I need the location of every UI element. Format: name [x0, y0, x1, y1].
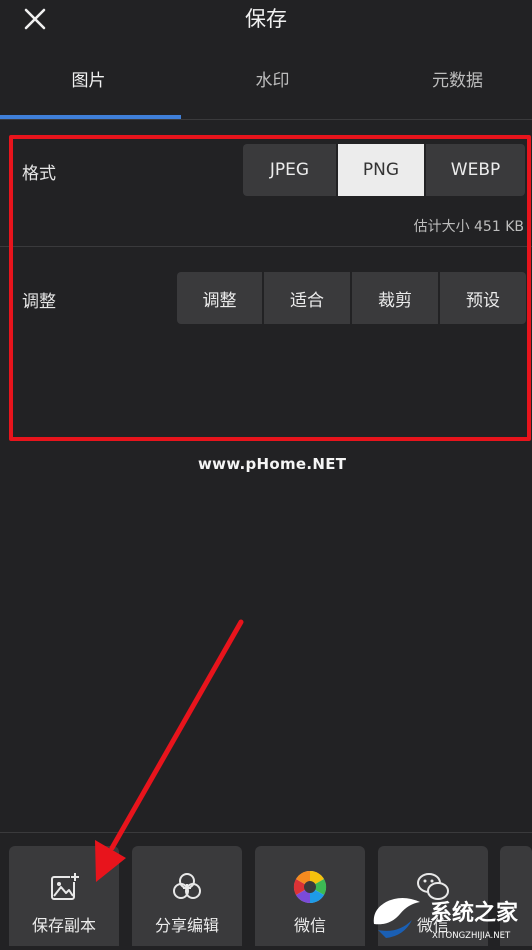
wechat-moments-icon	[293, 870, 327, 904]
top-bar: 保存	[0, 0, 532, 40]
tab-metadata[interactable]: 元数据	[369, 60, 532, 102]
tab-divider	[0, 119, 532, 120]
share-edit-label: 分享编辑	[154, 916, 219, 935]
wechat-moments-button[interactable]: 微信	[255, 846, 365, 946]
wechat-moments-label: 微信	[293, 916, 326, 935]
logo-text: 系统之家	[430, 900, 519, 926]
tab-watermark[interactable]: 水印	[184, 60, 361, 102]
share-edit-icon	[170, 870, 204, 904]
bottom-divider	[0, 832, 532, 833]
tab-image[interactable]: 图片	[0, 60, 177, 102]
logo-subtext: XITONGZHIJIA.NET	[432, 931, 511, 941]
save-copy-button[interactable]: 保存副本	[9, 846, 119, 946]
tab-bar: 图片 水印 元数据	[0, 60, 532, 120]
highlight-box	[9, 135, 531, 441]
close-icon	[24, 8, 46, 30]
share-edit-button[interactable]: 分享编辑	[132, 846, 242, 946]
save-copy-label: 保存副本	[31, 916, 96, 935]
page-title: 保存	[245, 7, 287, 31]
site-watermark: www.pHome.NET	[198, 455, 347, 473]
image-plus-icon	[47, 870, 81, 904]
close-button[interactable]	[20, 4, 50, 34]
logo-icon: 系统之家 XITONGZHIJIA.NET	[373, 898, 519, 941]
site-logo: 系统之家 XITONGZHIJIA.NET	[368, 880, 532, 946]
